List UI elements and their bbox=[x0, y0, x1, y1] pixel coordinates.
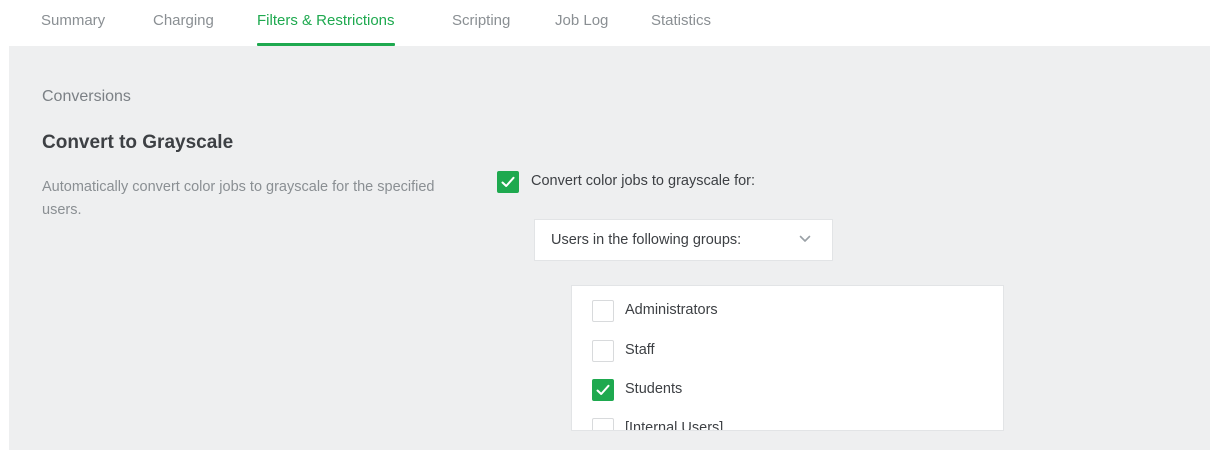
tab-statistics[interactable]: Statistics bbox=[651, 0, 711, 46]
tab-summary-label: Summary bbox=[41, 12, 106, 29]
group-list[interactable]: Administrators Staff Students [Internal … bbox=[571, 285, 1004, 431]
group-checkbox-students[interactable] bbox=[592, 379, 614, 401]
group-label: Staff bbox=[625, 342, 655, 358]
group-item-students[interactable]: Students bbox=[572, 365, 1003, 405]
tab-job-log-label: Job Log bbox=[555, 12, 609, 29]
group-checkbox-staff[interactable] bbox=[592, 340, 614, 362]
tab-job-log[interactable]: Job Log bbox=[555, 0, 608, 46]
section-label: Conversions bbox=[42, 88, 131, 105]
tab-bar: Summary Charging Filters & Restrictions … bbox=[0, 0, 1210, 46]
tab-filters-restrictions-label: Filters & Restrictions bbox=[257, 12, 395, 29]
convert-grayscale-label: Convert color jobs to grayscale for: bbox=[531, 173, 756, 189]
tab-summary[interactable]: Summary bbox=[41, 0, 105, 46]
group-item-internal-users[interactable]: [Internal Users] bbox=[572, 404, 1003, 431]
check-icon bbox=[596, 384, 610, 395]
tab-charging[interactable]: Charging bbox=[153, 0, 214, 46]
setting-description: Automatically convert color jobs to gray… bbox=[42, 179, 435, 218]
tab-scripting-label: Scripting bbox=[452, 12, 511, 29]
user-scope-dropdown[interactable]: Users in the following groups: bbox=[534, 219, 833, 261]
setting-title: Convert to Grayscale bbox=[42, 132, 234, 153]
tab-statistics-label: Statistics bbox=[651, 12, 712, 29]
tab-filters-restrictions[interactable]: Filters & Restrictions bbox=[257, 0, 395, 46]
group-checkbox-administrators[interactable] bbox=[592, 300, 614, 322]
tab-scripting[interactable]: Scripting bbox=[452, 0, 510, 46]
convert-grayscale-checkbox[interactable] bbox=[497, 171, 519, 193]
settings-panel: Conversions Convert to Grayscale Automat… bbox=[9, 46, 1210, 450]
check-icon bbox=[501, 176, 515, 187]
group-label: Administrators bbox=[625, 302, 718, 318]
dropdown-selected-value: Users in the following groups: bbox=[551, 232, 742, 248]
group-item-administrators[interactable]: Administrators bbox=[572, 286, 1003, 326]
group-label: [Internal Users] bbox=[625, 420, 724, 431]
group-checkbox-internal-users[interactable] bbox=[592, 418, 614, 430]
tab-charging-label: Charging bbox=[153, 12, 214, 29]
group-label: Students bbox=[625, 381, 683, 397]
group-item-staff[interactable]: Staff bbox=[572, 326, 1003, 366]
chevron-down-icon bbox=[799, 235, 811, 242]
